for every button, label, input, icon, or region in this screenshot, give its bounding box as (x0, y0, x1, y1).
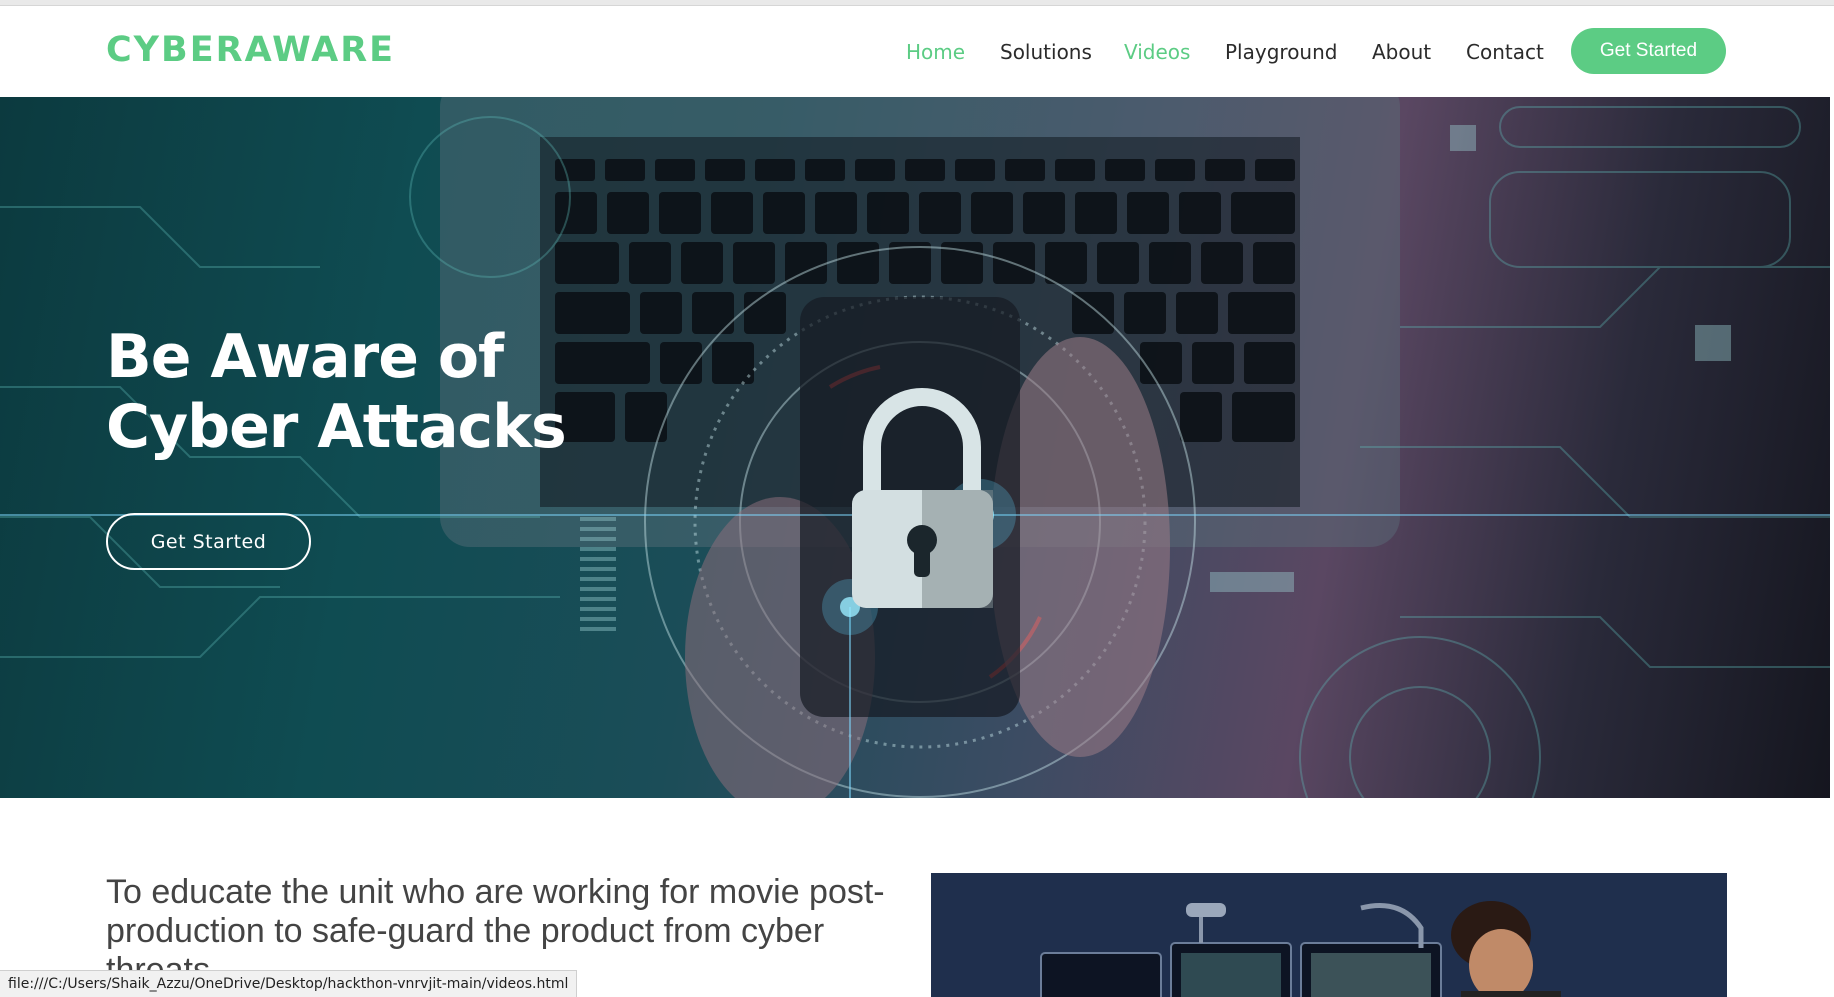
hero-title-line2: Cyber Attacks (106, 392, 567, 462)
hero-title-line1: Be Aware of (106, 322, 504, 392)
nav-contact-link[interactable]: Contact (1466, 40, 1544, 64)
nav-videos-link[interactable]: Videos (1124, 40, 1190, 64)
header-get-started-button[interactable]: Get Started (1571, 28, 1726, 74)
site-header: CYBERAWARE Home Solutions Videos Playgro… (0, 6, 1834, 97)
hero-get-started-button[interactable]: Get Started (106, 513, 311, 570)
nav-about-link[interactable]: About (1372, 40, 1431, 64)
nav-solutions-link[interactable]: Solutions (1000, 40, 1092, 64)
browser-status-bar: file:///C:/Users/Shaik_Azzu/OneDrive/Des… (0, 970, 578, 997)
main-nav: Home Solutions Videos Playground About C… (0, 6, 1834, 97)
editing-studio-illustration (931, 873, 1727, 997)
nav-home-link[interactable]: Home (906, 40, 965, 64)
hero-section: Be Aware of Cyber Attacks Get Started (0, 97, 1830, 798)
hero-title: Be Aware of Cyber Attacks (106, 322, 626, 462)
about-image (931, 873, 1727, 997)
lock-icon (852, 388, 993, 608)
nav-playground-link[interactable]: Playground (1225, 40, 1337, 64)
